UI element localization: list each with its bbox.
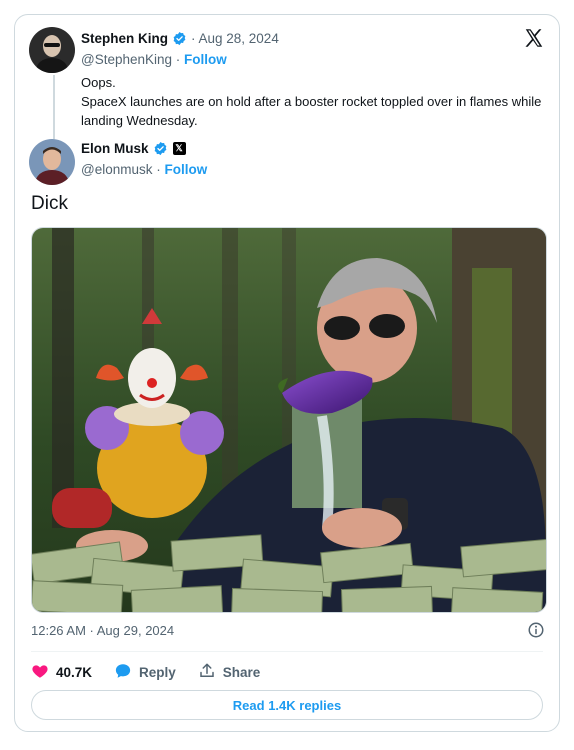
author-name[interactable]: Elon Musk (81, 141, 149, 156)
share-label: Share (222, 664, 261, 680)
divider (31, 651, 543, 652)
action-bar: 40.7K Reply Share (31, 659, 260, 685)
quoted-author-name[interactable]: Stephen King (81, 31, 168, 46)
post-image[interactable] (31, 227, 547, 613)
quoted-handle-row: @StephenKing · Follow (81, 52, 227, 67)
reply-label: Reply (139, 664, 176, 680)
read-replies-button[interactable]: Read 1.4K replies (31, 690, 543, 720)
separator-dot: · (156, 162, 165, 177)
follow-elon-musk-link[interactable]: Follow (165, 162, 208, 177)
post-text: Dick (31, 193, 68, 214)
verified-badge-icon (153, 141, 168, 156)
x-affiliate-badge-icon: 𝕏 (172, 142, 186, 155)
author-handle-row: @elonmusk · Follow (81, 162, 207, 177)
share-icon (198, 662, 216, 683)
like-count: 40.7K (56, 664, 93, 680)
reply-button[interactable]: Reply (114, 662, 176, 683)
post-timestamp[interactable]: 12:26 AM · Aug 29, 2024 (31, 623, 174, 638)
heart-icon (31, 662, 49, 683)
share-button[interactable]: Share (198, 662, 261, 683)
elon-musk-avatar[interactable] (29, 139, 75, 185)
quoted-date[interactable]: · Aug 28, 2024 (191, 31, 279, 46)
embedded-post-card: Stephen King · Aug 28, 2024 @StephenKing… (14, 14, 560, 732)
post-image-illustration (32, 228, 546, 612)
info-icon[interactable] (527, 621, 545, 639)
follow-stephen-king-link[interactable]: Follow (184, 52, 227, 67)
reply-bubble-icon (114, 662, 132, 683)
quoted-line-1: Oops. (81, 75, 116, 90)
stephen-king-avatar[interactable] (29, 27, 75, 73)
author-handle[interactable]: @elonmusk (81, 162, 152, 177)
quoted-handle[interactable]: @StephenKing (81, 52, 172, 67)
separator-dot: · (175, 52, 185, 67)
thread-connector-line (53, 75, 55, 139)
quoted-name-row: Stephen King · Aug 28, 2024 (81, 31, 279, 46)
x-logo-icon[interactable] (523, 27, 545, 49)
quoted-text: Oops. SpaceX launches are on hold after … (81, 73, 551, 130)
verified-badge-icon (172, 31, 187, 46)
like-button[interactable]: 40.7K (31, 662, 92, 683)
quoted-line-2: SpaceX launches are on hold after a boos… (81, 94, 542, 128)
author-name-row: Elon Musk 𝕏 (81, 141, 186, 156)
